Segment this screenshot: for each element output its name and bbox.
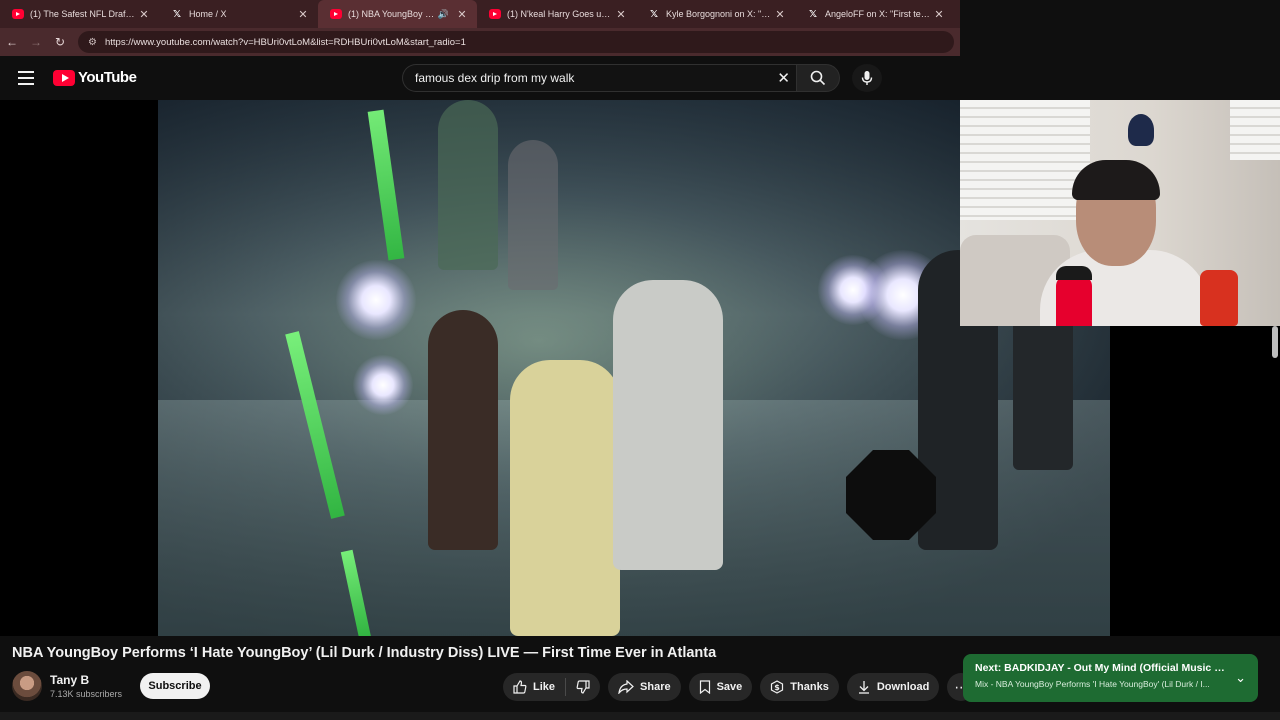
share-label: Share xyxy=(640,681,671,693)
speaker-icon[interactable]: 🔊 xyxy=(438,9,449,20)
browser-tab[interactable]: (1) N'keal Harry Goes up over ✕ xyxy=(477,0,636,28)
download-label: Download xyxy=(876,681,930,693)
youtube-header: YouTube famous dex drip from my walk ✕ xyxy=(0,56,960,100)
browser-tab-active[interactable]: (1) NBA YoungBoy Perform 🔊 ✕ xyxy=(318,0,477,28)
next-up-panel[interactable]: Next: BADKIDJAY - Out My Mind (Official … xyxy=(963,654,1258,702)
thanks-label: Thanks xyxy=(790,681,829,693)
close-icon[interactable]: ✕ xyxy=(455,8,469,21)
bottom-strip xyxy=(0,712,1280,720)
window-blinds xyxy=(1230,100,1280,160)
dislike-button[interactable] xyxy=(566,673,600,701)
performer-figure xyxy=(510,360,620,636)
download-icon xyxy=(858,681,869,694)
address-bar: ← → ↻ ⚙ https://www.youtube.com/watch?v=… xyxy=(0,28,960,56)
download-button[interactable]: Download xyxy=(846,673,940,701)
clear-search-icon[interactable]: ✕ xyxy=(777,69,790,87)
performer-figure xyxy=(613,280,723,570)
site-info-icon[interactable]: ⚙ xyxy=(88,37,97,48)
subscribe-button[interactable]: Subscribe xyxy=(140,673,210,699)
hat xyxy=(1128,114,1154,146)
x-icon: 𝕏 xyxy=(649,8,659,20)
crowd-figure xyxy=(508,140,558,290)
url-text: https://www.youtube.com/watch?v=HBUri0vt… xyxy=(104,36,466,48)
streamer-hair xyxy=(1072,160,1160,200)
thanks-icon: $ xyxy=(771,680,784,694)
browser-tab[interactable]: 𝕏 AngeloFF on X: "First team All ✕ xyxy=(795,0,954,28)
browser-tab[interactable]: (1) The Safest NFL Draft Pick is ✕ xyxy=(0,0,159,28)
close-icon[interactable]: ✕ xyxy=(932,8,946,21)
save-label: Save xyxy=(716,681,743,693)
green-light-bar xyxy=(367,109,405,261)
save-button[interactable]: Save xyxy=(688,673,753,701)
video-title: NBA YoungBoy Performs ‘I Hate YoungBoy’ … xyxy=(12,645,717,661)
mix-playlist-title: Mix - NBA YoungBoy Performs 'I Hate Youn… xyxy=(975,679,1210,689)
avatar[interactable] xyxy=(12,671,42,701)
like-button[interactable]: Like xyxy=(503,673,565,701)
subscriber-count: 7.13K subscribers xyxy=(50,689,123,699)
stage-speaker xyxy=(846,450,936,540)
menu-icon[interactable] xyxy=(18,71,34,85)
search-icon xyxy=(810,70,826,86)
bookmark-icon xyxy=(699,680,710,694)
back-icon[interactable]: ← xyxy=(0,28,24,56)
webcam-overlay xyxy=(960,100,1280,326)
svg-text:$: $ xyxy=(775,683,781,692)
browser-tab[interactable]: 𝕏 Kyle Borgognoni on X: "2026 R ✕ xyxy=(636,0,795,28)
youtube-logo[interactable]: YouTube xyxy=(53,69,137,86)
thumbs-up-icon xyxy=(513,680,527,694)
stage-light xyxy=(353,355,413,415)
forward-icon[interactable]: → xyxy=(24,28,48,56)
tab-title: Home / X xyxy=(189,9,227,19)
close-icon[interactable]: ✕ xyxy=(137,8,151,21)
tab-title: (1) The Safest NFL Draft Pick is xyxy=(30,9,137,19)
x-icon: 𝕏 xyxy=(808,8,818,20)
crowd-figure xyxy=(438,100,498,270)
action-bar: Like Share Save $ Thanks Download ⋯ xyxy=(503,673,976,701)
thanks-button[interactable]: $ Thanks xyxy=(760,673,839,701)
bottle xyxy=(1200,270,1238,326)
search-button[interactable] xyxy=(796,64,840,92)
tab-title: Kyle Borgognoni on X: "2026 R xyxy=(666,9,773,19)
window-blinds xyxy=(960,100,1090,220)
search-input[interactable]: famous dex drip from my walk ✕ xyxy=(402,64,796,92)
youtube-icon xyxy=(330,9,342,19)
tab-title: (1) NBA YoungBoy Perform xyxy=(348,9,438,19)
channel-name[interactable]: Tany B xyxy=(50,673,89,687)
x-icon: 𝕏 xyxy=(172,8,182,20)
video-player[interactable] xyxy=(0,100,1280,636)
microphone xyxy=(1056,266,1092,326)
chevron-down-icon[interactable]: ⌄ xyxy=(1235,670,1246,686)
scrollbar[interactable] xyxy=(1272,326,1278,358)
microphone-icon xyxy=(861,71,873,85)
reload-icon[interactable]: ↻ xyxy=(48,28,72,56)
stage-light xyxy=(336,260,416,340)
browser-tab-bar: (1) The Safest NFL Draft Pick is ✕ 𝕏 Hom… xyxy=(0,0,960,28)
browser-tab[interactable]: 𝕏 Home / X ✕ xyxy=(159,0,318,28)
next-video-title: Next: BADKIDJAY - Out My Mind (Official … xyxy=(975,662,1225,674)
close-icon[interactable]: ✕ xyxy=(614,8,628,21)
voice-search-button[interactable] xyxy=(852,64,882,92)
tab-title: AngeloFF on X: "First team All xyxy=(825,9,932,19)
like-dislike-group: Like xyxy=(503,673,601,701)
performer-figure xyxy=(428,310,498,550)
thumbs-down-icon xyxy=(576,680,590,694)
like-label: Like xyxy=(533,681,556,693)
share-icon xyxy=(618,680,634,694)
close-icon[interactable]: ✕ xyxy=(773,8,787,21)
youtube-play-icon xyxy=(53,69,75,86)
logo-text: YouTube xyxy=(78,69,137,86)
close-icon[interactable]: ✕ xyxy=(296,8,310,21)
search-query: famous dex drip from my walk xyxy=(415,71,575,85)
url-field[interactable]: ⚙ https://www.youtube.com/watch?v=HBUri0… xyxy=(78,31,954,53)
share-button[interactable]: Share xyxy=(608,673,681,701)
channel-owner: Tany B 7.13K subscribers Subscribe xyxy=(12,670,512,704)
tab-title: (1) N'keal Harry Goes up over xyxy=(507,9,614,19)
youtube-icon xyxy=(489,9,501,19)
youtube-icon xyxy=(12,9,24,19)
